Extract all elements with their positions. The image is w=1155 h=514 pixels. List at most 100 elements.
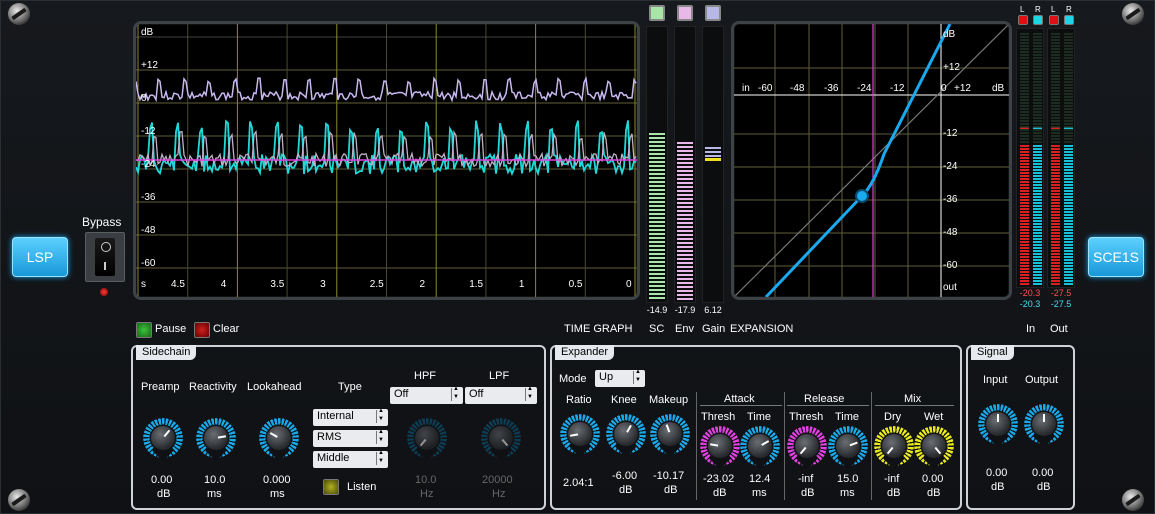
expansion-graph-caption: EXPANSION xyxy=(730,323,794,335)
time-graph-x-tick: 4.5 xyxy=(171,279,185,290)
input-label: Input xyxy=(983,374,1008,386)
lpf-label: LPF xyxy=(489,370,510,382)
makeup-label: Makeup xyxy=(649,394,689,406)
wet-value: 0.00 xyxy=(922,473,944,485)
lookahead-knob[interactable] xyxy=(259,418,299,462)
lsp-logo-button[interactable]: LSP xyxy=(12,237,68,277)
hpf-select[interactable]: Off xyxy=(390,386,463,404)
knob-pointer-icon xyxy=(419,438,427,447)
screw-icon xyxy=(1122,3,1144,25)
release-thresh-knob[interactable] xyxy=(787,426,827,470)
lpf-value: 20000 xyxy=(482,474,513,486)
ratio-knob[interactable] xyxy=(560,414,600,458)
out-l-value: -27.5 xyxy=(1050,288,1072,298)
input-gain-knob[interactable] xyxy=(978,404,1018,448)
expansion-y-tick: -60 xyxy=(943,260,958,271)
screw-icon xyxy=(8,489,30,511)
makeup-knob[interactable] xyxy=(650,414,690,458)
knob-pointer-icon xyxy=(569,433,579,437)
knob-cap-icon xyxy=(415,426,439,450)
listen-label: Listen xyxy=(347,481,377,493)
lookahead-label: Lookahead xyxy=(247,381,302,393)
mix-label: Mix xyxy=(904,393,922,405)
clear-button[interactable] xyxy=(194,322,210,338)
signal-title: Signal xyxy=(971,345,1014,360)
preamp-value: 0.00 xyxy=(151,474,173,486)
listen-button[interactable] xyxy=(323,479,339,495)
knob-cap-icon xyxy=(568,422,592,446)
hpf-unit: Hz xyxy=(420,488,434,500)
knob-cap-icon xyxy=(708,434,732,458)
knob-cap-icon xyxy=(836,434,860,458)
lpf-select[interactable]: Off xyxy=(465,386,537,404)
section-separator xyxy=(696,392,697,500)
hpf-knob[interactable] xyxy=(407,418,447,462)
in-r-clip-indicator[interactable] xyxy=(1033,15,1043,25)
mix-divider xyxy=(875,405,954,406)
wet-knob[interactable] xyxy=(914,426,954,470)
out-l-clip-indicator[interactable] xyxy=(1049,15,1059,25)
env-meter-select[interactable] xyxy=(677,5,693,21)
time-graph-x-tick: 0 xyxy=(626,279,632,290)
out-r-clip-indicator[interactable] xyxy=(1064,15,1074,25)
time-graph-y-tick: -12 xyxy=(141,126,156,137)
sc-source-select[interactable]: Internal xyxy=(313,408,388,426)
attack-thresh-value: -23.02 xyxy=(703,473,735,485)
type-label: Type xyxy=(338,381,362,393)
gain-meter xyxy=(702,26,724,303)
preamp-knob[interactable] xyxy=(143,418,183,462)
gain-meter-select[interactable] xyxy=(705,5,721,21)
level-bar-bg xyxy=(1033,33,1042,143)
sc-channel-select[interactable]: Middle xyxy=(313,450,388,468)
level-bar-bg xyxy=(1064,33,1073,143)
input-value: 0.00 xyxy=(986,467,1008,479)
pause-button[interactable] xyxy=(136,322,152,338)
release-divider xyxy=(787,405,869,406)
env-meter-label: Env xyxy=(675,323,694,335)
gain-meter-value: 6.12 xyxy=(704,305,722,315)
output-gain-knob[interactable] xyxy=(1024,404,1064,448)
makeup-value: -10.17 xyxy=(653,470,685,482)
lpf-knob[interactable] xyxy=(481,418,521,462)
bypass-switch[interactable] xyxy=(85,232,125,282)
expansion-y-tick: -36 xyxy=(943,194,958,205)
knee-knob[interactable] xyxy=(606,414,646,458)
expansion-x-tick: 0 xyxy=(941,83,947,94)
expansion-x-tick: -60 xyxy=(758,83,773,94)
level-bar xyxy=(1033,145,1042,285)
mode-select[interactable]: Up xyxy=(595,369,645,387)
knob-pointer-icon xyxy=(799,446,807,455)
sc-mode-select[interactable]: RMS xyxy=(313,429,388,447)
time-graph-y-tick: -60 xyxy=(141,258,156,269)
clear-label: Clear xyxy=(213,323,240,335)
release-time-label: Time xyxy=(835,411,860,423)
expansion-graph[interactable]: in -60 -48 -36 -24 -12 0 +12 dB dB +12 -12 -24 -36 -4… xyxy=(731,21,1012,300)
in-ch-l: L xyxy=(1020,5,1025,14)
in-l-clip-indicator[interactable] xyxy=(1018,15,1028,25)
ratio-value: 2.04:1 xyxy=(563,477,594,489)
attack-thresh-knob[interactable] xyxy=(700,426,740,470)
dry-knob[interactable] xyxy=(874,426,914,470)
time-graph-y-tick: 0 xyxy=(141,93,147,104)
knob-cap-icon xyxy=(986,412,1010,436)
bypass-led xyxy=(100,288,108,296)
attack-divider xyxy=(700,405,782,406)
knob-pointer-icon xyxy=(269,432,278,438)
plugin-name-button[interactable]: SCE1S xyxy=(1088,237,1144,277)
release-time-knob[interactable] xyxy=(828,426,868,470)
knee-unit: dB xyxy=(619,484,633,496)
knob-cap-icon xyxy=(204,426,228,450)
sc-meter-select[interactable] xyxy=(649,5,665,21)
release-thresh-label: Thresh xyxy=(789,411,824,423)
switch-lever-icon xyxy=(95,238,115,276)
expansion-x-tick: -48 xyxy=(790,83,805,94)
attack-time-knob[interactable] xyxy=(740,426,780,470)
reactivity-knob[interactable] xyxy=(196,418,236,462)
in-meter-label: In xyxy=(1026,323,1036,335)
level-bar xyxy=(1064,145,1073,285)
wet-unit: dB xyxy=(927,487,941,499)
time-graph[interactable]: dB +12 0 -12 -24 -36 -48 -60 s 4.5 4 3.5 3 2.5 2 1.5 1 0… xyxy=(133,21,640,300)
knob-cap-icon xyxy=(658,422,682,446)
knob-pointer-icon xyxy=(761,440,770,446)
release-label: Release xyxy=(804,393,845,405)
